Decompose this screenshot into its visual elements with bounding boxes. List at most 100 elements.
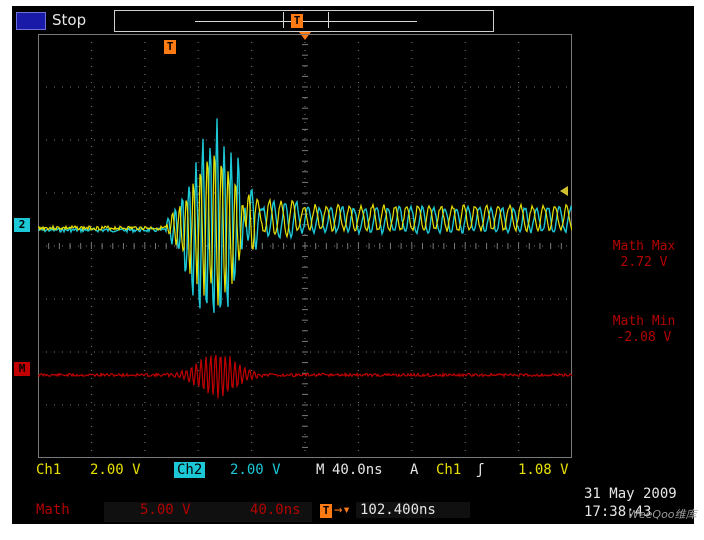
grid-dot — [144, 130, 146, 131]
grid-dot — [494, 404, 495, 406]
grid-dot — [357, 322, 359, 323]
grid-dot — [518, 354, 520, 355]
math-timebase: 40.0ns — [250, 502, 301, 518]
grid-dot — [90, 338, 92, 339]
grid-dot — [251, 138, 253, 139]
grid-dot — [158, 192, 159, 194]
grid-dot — [518, 154, 520, 155]
grid-dot — [144, 378, 146, 379]
grid-dot — [411, 450, 413, 451]
grid-dot — [222, 139, 223, 141]
math-label[interactable]: Math — [36, 502, 70, 518]
grid-dot — [342, 192, 343, 194]
grid-dot — [70, 139, 71, 141]
grid-dot — [251, 330, 253, 331]
grid-dot — [542, 139, 543, 141]
grid-dot — [144, 322, 146, 323]
grid-dot — [94, 86, 95, 88]
date-readout: 31 May 2009 — [584, 486, 677, 502]
grid-dot — [90, 450, 92, 451]
ch2-label[interactable]: Ch2 — [174, 462, 206, 478]
grid-dot — [414, 86, 415, 88]
grid-dot — [494, 298, 495, 300]
channel2-ground-marker[interactable]: 2 — [14, 218, 30, 232]
grid-dot — [518, 138, 520, 139]
grid-dot — [270, 404, 271, 406]
grid-dot — [518, 170, 520, 171]
grid-dot — [251, 338, 253, 339]
grid-dot — [198, 351, 199, 353]
grid-dot — [190, 298, 191, 300]
grid-dot — [197, 442, 199, 443]
grid-dot — [294, 298, 295, 300]
grid-dot — [110, 298, 111, 300]
grid-dot — [310, 298, 311, 300]
grid-dot — [197, 74, 199, 75]
ch1-label[interactable]: Ch1 — [36, 462, 61, 478]
grid-dot — [318, 192, 319, 194]
grid-dot — [304, 402, 306, 403]
grid-dot — [526, 404, 527, 406]
grid-dot — [197, 450, 199, 451]
grid-dot — [144, 146, 146, 147]
grid-dot — [382, 192, 383, 194]
grid-dot — [464, 290, 466, 291]
grid-dot — [150, 192, 151, 194]
grid-dot — [94, 351, 95, 353]
grid-dot — [464, 330, 466, 331]
grid-dot — [54, 245, 55, 247]
grid-dot — [90, 266, 92, 267]
grid-dot — [470, 298, 471, 300]
grid-dot — [251, 210, 253, 211]
measurement-label: Math Max — [612, 239, 676, 254]
grid-dot — [464, 138, 466, 139]
grid-dot — [294, 86, 295, 88]
grid-dot — [510, 245, 511, 247]
grid-dot — [464, 418, 466, 419]
grid-dot — [518, 330, 520, 331]
grid-dot — [518, 139, 519, 141]
grid-dot — [358, 139, 359, 141]
view-window-bracket — [283, 12, 329, 28]
grid-dot — [542, 192, 543, 194]
grid-dot — [118, 298, 119, 300]
grid-dot — [478, 404, 479, 406]
grid-dot — [278, 298, 279, 300]
grid-dot — [558, 192, 559, 194]
grid-dot — [454, 404, 455, 406]
trigger-level-arrow-icon[interactable] — [560, 186, 568, 196]
grid-dot — [462, 298, 463, 300]
grid-dot — [197, 162, 199, 163]
grid-dot — [446, 404, 447, 406]
grid-dot — [174, 192, 175, 194]
grid-dot — [534, 192, 535, 194]
grid-dot — [550, 192, 551, 194]
grid-dot — [518, 130, 520, 131]
grid-dot — [518, 274, 520, 275]
grid-dot — [246, 86, 247, 88]
grid-dot — [118, 404, 119, 406]
grid-dot — [206, 139, 207, 141]
grid-dot — [398, 192, 399, 194]
grid-dot — [350, 139, 351, 141]
ch2-scale: 2.00 V — [230, 462, 281, 478]
grid-dot — [411, 122, 413, 123]
grid-dot — [270, 192, 271, 194]
status-bar: Stop T — [12, 6, 694, 34]
grid-dot — [90, 210, 92, 211]
grid-dot — [534, 245, 535, 247]
grid-dot — [142, 245, 143, 247]
grid-dot — [357, 146, 359, 147]
grid-dot — [464, 426, 466, 427]
grid-dot — [90, 282, 92, 283]
grid-dot — [62, 86, 63, 88]
grid-dot — [174, 245, 175, 247]
grid-dot — [464, 170, 466, 171]
grid-dot — [411, 274, 413, 275]
grid-dot — [158, 351, 159, 353]
grid-dot — [286, 86, 287, 88]
grid-dot — [214, 351, 215, 353]
math-ground-marker[interactable]: M — [14, 362, 30, 376]
grid-dot — [550, 404, 551, 406]
grid-dot — [518, 322, 520, 323]
